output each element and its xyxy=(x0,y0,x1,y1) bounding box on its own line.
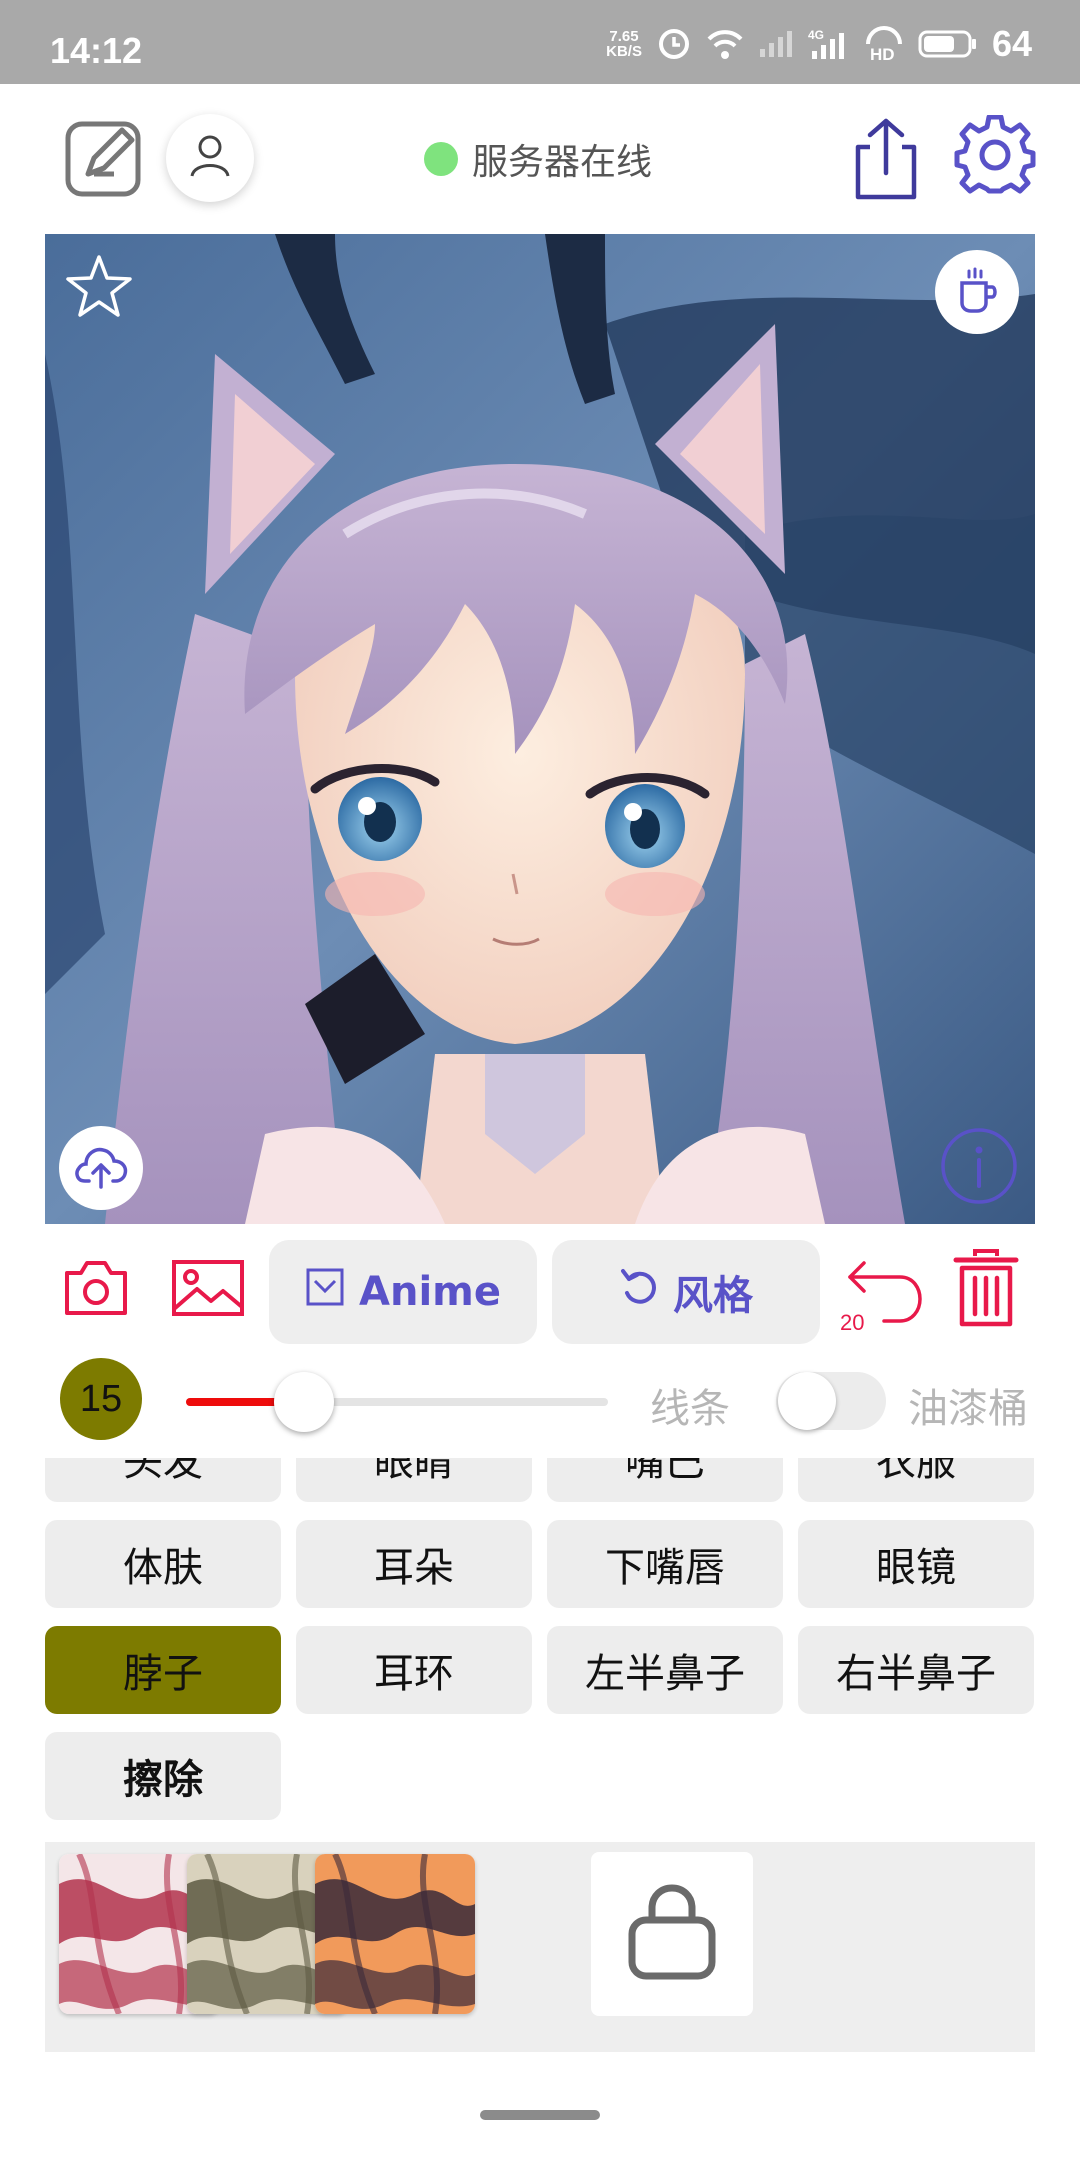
battery-icon xyxy=(918,29,978,59)
top-toolbar: 服务器在线 xyxy=(0,84,1080,234)
image-icon xyxy=(171,1259,245,1321)
part-button[interactable]: 右半鼻子 xyxy=(798,1626,1034,1714)
status-indicator-dot xyxy=(424,142,458,176)
network-type-label: 4G xyxy=(808,28,824,42)
favorite-button[interactable] xyxy=(63,252,135,324)
paint-bucket-toggle[interactable] xyxy=(776,1372,886,1430)
part-button[interactable]: 体肤 xyxy=(45,1520,281,1608)
paint-bucket-label: 油漆桶 xyxy=(908,1386,1028,1432)
server-status-text: 服务器在线 xyxy=(472,142,653,183)
donate-button[interactable] xyxy=(935,250,1019,334)
refresh-icon xyxy=(619,1267,659,1317)
part-button[interactable]: 左半鼻子 xyxy=(547,1626,783,1714)
undo-count: 20 xyxy=(840,1310,865,1335)
info-button[interactable] xyxy=(937,1126,1021,1210)
style-label: 风格 xyxy=(673,1273,753,1319)
info-icon xyxy=(939,1126,1019,1210)
user-icon xyxy=(186,132,234,184)
checkbox-square-icon xyxy=(305,1267,345,1317)
status-icons: 7.65 KB/S 4G HD 64 xyxy=(606,23,1032,64)
pen-square-icon xyxy=(64,116,146,202)
brush-size-slider[interactable] xyxy=(186,1372,608,1432)
drawing-canvas[interactable] xyxy=(45,234,1035,1224)
part-button[interactable]: 眼镜 xyxy=(798,1520,1034,1608)
server-status: 服务器在线 xyxy=(424,138,652,183)
signal-weak-icon xyxy=(758,29,794,59)
camera-icon xyxy=(63,1259,129,1321)
account-button[interactable] xyxy=(166,114,254,202)
part-button[interactable]: 嘴巴 xyxy=(547,1458,783,1502)
network-speed-value: 7.65 xyxy=(609,28,639,45)
network-speed: 7.65 KB/S xyxy=(606,29,642,59)
upload-button[interactable] xyxy=(59,1126,143,1210)
camera-button[interactable] xyxy=(56,1250,136,1330)
line-mode-label: 线条 xyxy=(650,1386,730,1432)
locked-texture-slot[interactable] xyxy=(591,1852,753,2016)
alarm-icon xyxy=(656,26,692,62)
undo-button[interactable]: 20 xyxy=(836,1246,936,1342)
part-selector-grid: 头发 眼睛 嘴巴 衣服体肤 耳朵 下嘴唇 眼镜脖子 耳环 左半鼻子 右半鼻子擦除 xyxy=(45,1458,1035,1833)
texture-strip xyxy=(45,1842,1035,2052)
toggle-knob xyxy=(778,1372,836,1430)
generated-anime-portrait xyxy=(45,234,1035,1224)
slider-thumb[interactable] xyxy=(274,1372,335,1432)
status-bar: 14:12 7.65 KB/S 4G HD 64 xyxy=(0,0,1080,84)
model-label: Anime xyxy=(359,1269,501,1315)
share-icon xyxy=(850,117,922,205)
part-button[interactable]: 擦除 xyxy=(45,1732,281,1820)
trash-icon xyxy=(953,1248,1019,1332)
cloud-upload-icon xyxy=(73,1143,129,1193)
orange-marble-texture[interactable] xyxy=(315,1854,475,2014)
coffee-cup-icon xyxy=(952,265,1002,319)
delete-button[interactable] xyxy=(946,1248,1026,1332)
model-select-button[interactable]: Anime xyxy=(269,1240,537,1344)
network-speed-unit: KB/S xyxy=(606,43,642,60)
battery-level: 64 xyxy=(991,23,1032,64)
star-icon xyxy=(64,251,134,325)
gear-icon xyxy=(953,114,1037,203)
status-time: 14:12 xyxy=(50,30,143,71)
part-button[interactable]: 眼睛 xyxy=(296,1458,532,1502)
signal-4g-icon: 4G xyxy=(808,27,850,61)
part-button[interactable]: 头发 xyxy=(45,1458,281,1502)
part-button[interactable]: 衣服 xyxy=(798,1458,1034,1502)
sketch-mode-button[interactable] xyxy=(64,118,146,200)
gallery-button[interactable] xyxy=(168,1250,248,1330)
wifi-icon xyxy=(706,27,744,61)
brush-size-badge: 15 xyxy=(60,1358,142,1440)
part-button[interactable]: 耳环 xyxy=(296,1626,532,1714)
home-indicator[interactable] xyxy=(480,2110,600,2120)
hd-call-icon: HD xyxy=(864,26,904,62)
lock-icon xyxy=(626,1882,718,1986)
part-button[interactable]: 耳朵 xyxy=(296,1520,532,1608)
share-button[interactable] xyxy=(846,116,926,206)
part-button[interactable]: 下嘴唇 xyxy=(547,1520,783,1608)
settings-button[interactable] xyxy=(952,114,1038,203)
hd-label: HD xyxy=(870,45,895,62)
part-button[interactable]: 脖子 xyxy=(45,1626,281,1714)
action-row: Anime 风格 20 xyxy=(0,1236,1080,1346)
brush-controls: 15 线条 油漆桶 xyxy=(0,1350,1080,1450)
style-button[interactable]: 风格 xyxy=(552,1240,820,1344)
